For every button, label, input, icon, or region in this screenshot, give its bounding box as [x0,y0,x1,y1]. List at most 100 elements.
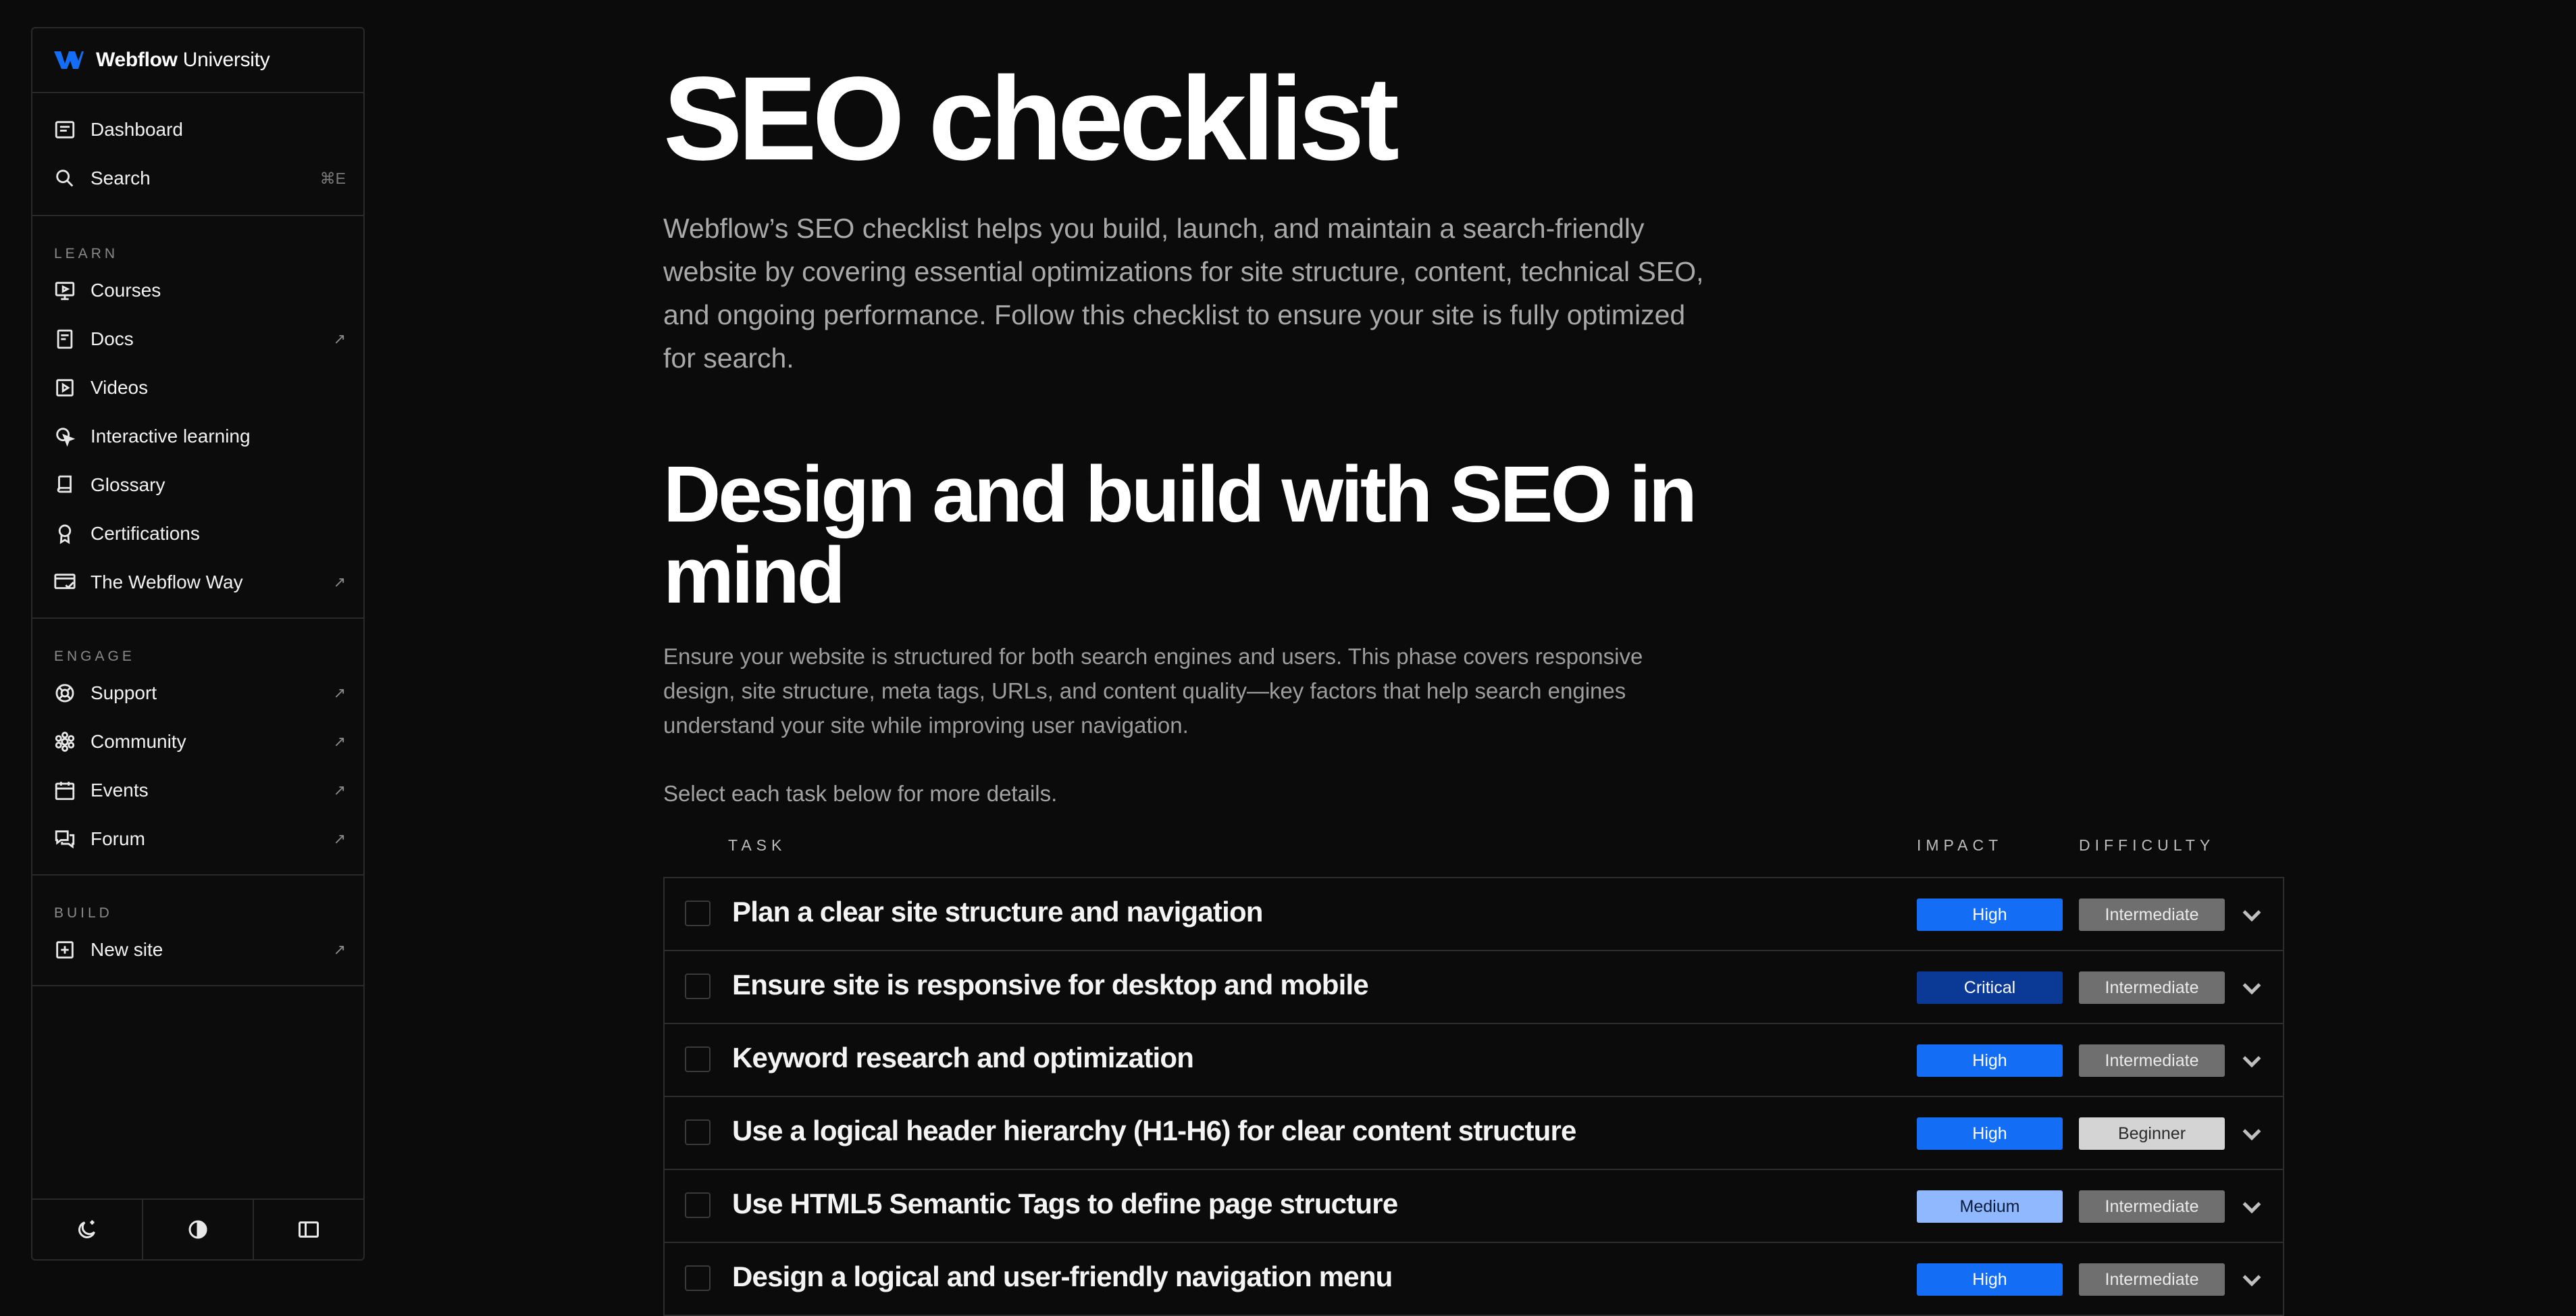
table-row[interactable]: Use a logical header hierarchy (H1-H6) f… [665,1097,2283,1170]
table-row[interactable]: Design a logical and user-friendly navig… [665,1243,2283,1316]
table-row[interactable]: Plan a clear site structure and navigati… [665,878,2283,951]
search-shortcut: ⌘E [319,169,346,187]
sidebar-item-certifications[interactable]: Certifications [32,509,363,558]
difficulty-badge: Beginner [2079,1117,2225,1150]
videos-icon [53,376,77,400]
external-link-icon: ↗ [333,330,346,347]
theme-toggle-button[interactable] [32,1200,143,1259]
chevron-down-icon[interactable] [2238,1193,2265,1220]
page-intro: Webflow’s SEO checklist helps you build,… [663,213,1704,374]
task-title: Plan a clear site structure and navigati… [732,896,1263,928]
sidebar-item-videos[interactable]: Videos [32,363,363,412]
support-icon [53,681,77,705]
chevron-down-icon[interactable] [2238,1047,2265,1074]
section-label-engage: ENGAGE [54,649,135,664]
contrast-toggle-button[interactable] [143,1200,254,1259]
task-title: Ensure site is responsive for desktop an… [732,969,1369,1001]
sidebar-item-label: Interactive learning [91,426,251,447]
difficulty-badge: Intermediate [2079,971,2225,1004]
certifications-icon [53,522,77,546]
sidebar-item-events[interactable]: Events ↗ [32,766,363,815]
phase-title: Design and build with SEO in mind [663,450,1697,620]
sidebar-item-label: Events [91,780,149,801]
sidebar-item-label: Certifications [91,523,200,544]
column-header-impact: IMPACT [1917,836,2003,854]
external-link-icon: ↗ [333,733,346,750]
task-title: Keyword research and optimization [732,1042,1194,1073]
sidebar-item-label: Videos [91,377,149,398]
difficulty-badge: Intermediate [2079,1190,2225,1223]
sidebar-item-new-site[interactable]: New site ↗ [32,926,363,974]
community-icon [53,730,77,754]
webflow-way-icon [53,570,77,594]
sidebar-item-label: Dashboard [91,119,183,140]
sidebar-item-dashboard[interactable]: Dashboard [32,105,363,154]
dashboard-icon [53,118,77,142]
difficulty-badge: Intermediate [2079,1263,2225,1296]
interactive-icon [53,424,77,449]
sidebar-item-label: Community [91,731,186,752]
table-row[interactable]: Keyword research and optimization High I… [665,1024,2283,1097]
collapse-sidebar-button[interactable] [254,1200,363,1259]
sidebar-item-label: Glossary [91,474,165,495]
sidebar-engage-section: ENGAGE Support ↗ Community ↗ Events ↗ Fo… [32,619,363,876]
task-title: Design a logical and user-friendly navig… [732,1261,1393,1292]
sidebar-panel-icon [299,1221,319,1238]
sidebar-item-docs[interactable]: Docs ↗ [32,315,363,363]
impact-badge: High [1917,1044,2063,1077]
sidebar-item-forum[interactable]: Forum ↗ [32,815,363,863]
sidebar-item-search[interactable]: Search ⌘E [32,154,363,203]
sidebar-item-glossary[interactable]: Glossary [32,461,363,509]
chevron-down-icon[interactable] [2238,1120,2265,1147]
external-link-icon: ↗ [333,684,346,701]
table-row[interactable]: Ensure site is responsive for desktop an… [665,951,2283,1024]
page-title: SEO checklist [663,53,1399,185]
sidebar-learn-section: LEARN Courses Docs ↗ Videos Interactive … [32,216,363,619]
events-icon [53,778,77,803]
external-link-icon: ↗ [333,941,346,958]
brand[interactable]: Webflow University [32,28,363,93]
impact-badge: High [1917,1263,2063,1296]
task-checkbox[interactable] [685,1265,711,1291]
sidebar-item-community[interactable]: Community ↗ [32,717,363,766]
table-row[interactable]: Use HTML5 Semantic Tags to define page s… [665,1170,2283,1243]
sidebar-item-label: Courses [91,280,161,301]
sidebar: Webflow University Dashboard Search ⌘E L… [31,27,365,1261]
external-link-icon: ↗ [333,830,346,847]
chevron-down-icon[interactable] [2238,974,2265,1001]
impact-badge: Medium [1917,1190,2063,1223]
select-note: Select each task below for more details. [663,781,1058,806]
forum-icon [53,827,77,851]
column-header-task: TASK [728,836,787,854]
task-title: Use HTML5 Semantic Tags to define page s… [732,1188,1398,1219]
sidebar-top-section: Dashboard Search ⌘E [32,93,363,216]
task-checkbox[interactable] [685,973,711,999]
search-icon [53,166,77,191]
section-label-build: BUILD [54,905,113,921]
phase-description: Ensure your website is structured for bo… [663,644,1643,738]
sidebar-build-section: BUILD New site ↗ [32,876,363,986]
section-label-learn: LEARN [54,246,119,261]
impact-badge: High [1917,899,2063,931]
sidebar-item-support[interactable]: Support ↗ [32,669,363,717]
sidebar-item-the-webflow-way[interactable]: The Webflow Way ↗ [32,558,363,607]
chevron-down-icon[interactable] [2238,1266,2265,1293]
contrast-icon [188,1220,207,1239]
impact-badge: High [1917,1117,2063,1150]
column-header-difficulty: DIFFICULTY [2079,836,2215,854]
task-list: Plan a clear site structure and navigati… [663,877,2284,1316]
sidebar-item-courses[interactable]: Courses [32,266,363,315]
difficulty-badge: Intermediate [2079,899,2225,931]
courses-icon [53,278,77,303]
impact-badge: Critical [1917,971,2063,1004]
glossary-icon [53,473,77,497]
external-link-icon: ↗ [333,782,346,799]
table-header: TASK IMPACT DIFFICULTY [663,836,2284,859]
chevron-down-icon[interactable] [2238,901,2265,928]
task-checkbox[interactable] [685,1192,711,1218]
sidebar-item-label: Docs [91,328,134,349]
task-checkbox[interactable] [685,1119,711,1145]
sidebar-item-interactive-learning[interactable]: Interactive learning [32,412,363,461]
task-checkbox[interactable] [685,901,711,926]
task-checkbox[interactable] [685,1046,711,1072]
